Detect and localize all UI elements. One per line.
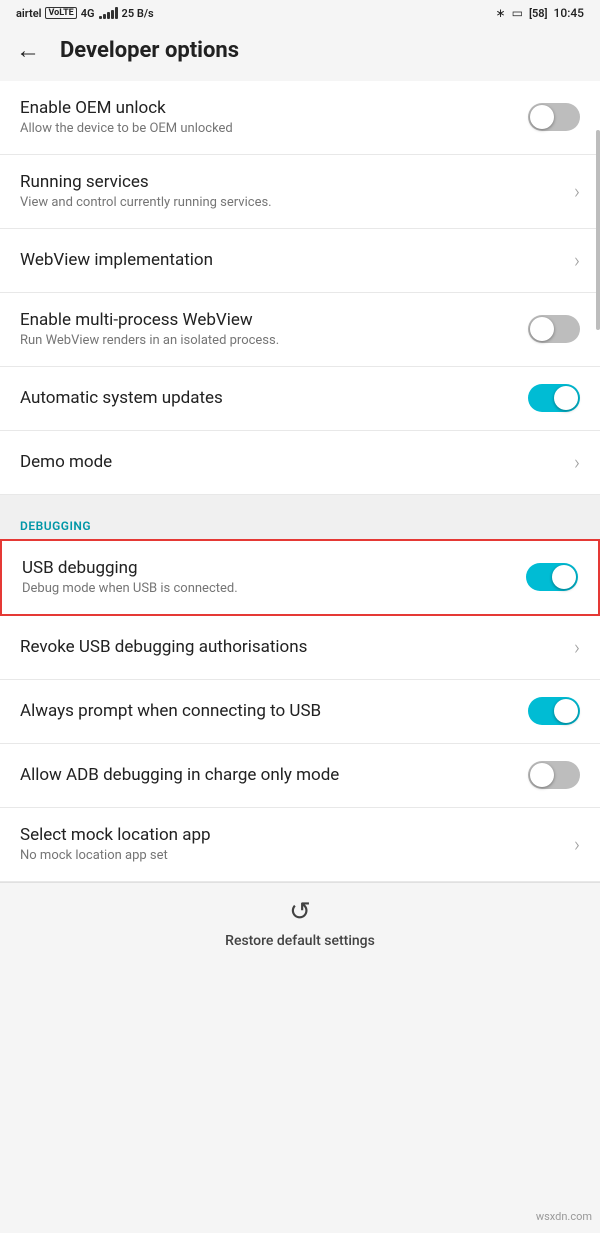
app-bar: ← Developer options (0, 24, 600, 81)
oem-unlock-thumb (530, 105, 554, 129)
setting-running-services-subtitle: View and control currently running servi… (20, 195, 574, 212)
usb-debugging-thumb (552, 565, 576, 589)
setting-oem-unlock-subtitle: Allow the device to be OEM unlocked (20, 121, 528, 138)
volte-badge: VoLTE (45, 7, 76, 19)
setting-item-webview-text: WebView implementation (20, 249, 574, 271)
demo-mode-chevron-icon: › (574, 450, 580, 474)
always-prompt-thumb (554, 699, 578, 723)
section-divider (0, 495, 600, 505)
oem-unlock-toggle[interactable] (528, 103, 580, 131)
setting-item-always-prompt[interactable]: Always prompt when connecting to USB (0, 680, 600, 744)
setting-multiprocess-title: Enable multi-process WebView (20, 309, 528, 331)
restore-icon: ↺ (289, 897, 311, 927)
signal-bar-5 (115, 7, 118, 19)
setting-revoke-title: Revoke USB debugging authorisations (20, 636, 574, 658)
multiprocess-webview-toggle[interactable] (528, 315, 580, 343)
debugging-section-header: DEBUGGING (0, 505, 600, 539)
setting-usb-debug-subtitle: Debug mode when USB is connected. (22, 581, 526, 598)
network-label: 4G (81, 7, 95, 20)
setting-item-running-services[interactable]: Running services View and control curren… (0, 155, 600, 229)
setting-item-auto-updates-text: Automatic system updates (20, 387, 528, 409)
running-services-chevron-icon: › (574, 179, 580, 203)
time-label: 10:45 (554, 6, 584, 20)
setting-adb-charge-title: Allow ADB debugging in charge only mode (20, 764, 528, 786)
setting-webview-title: WebView implementation (20, 249, 574, 271)
usb-debugging-track (526, 563, 578, 591)
setting-item-running-services-text: Running services View and control curren… (20, 171, 574, 212)
general-settings-section: Enable OEM unlock Allow the device to be… (0, 81, 600, 495)
revoke-usb-chevron-icon: › (574, 635, 580, 659)
setting-item-demo-mode[interactable]: Demo mode › (0, 431, 600, 495)
setting-auto-updates-title: Automatic system updates (20, 387, 528, 409)
setting-oem-unlock-title: Enable OEM unlock (20, 97, 528, 119)
setting-item-mock-location-text: Select mock location app No mock locatio… (20, 824, 574, 865)
always-prompt-track (528, 697, 580, 725)
usb-debugging-toggle[interactable] (526, 563, 578, 591)
auto-updates-track (528, 384, 580, 412)
setting-item-revoke-text: Revoke USB debugging authorisations (20, 636, 574, 658)
signal-bar-4 (111, 10, 114, 19)
adb-charge-thumb (530, 763, 554, 787)
setting-mock-location-subtitle: No mock location app set (20, 848, 574, 865)
setting-always-prompt-title: Always prompt when connecting to USB (20, 700, 528, 722)
setting-item-adb-charge-text: Allow ADB debugging in charge only mode (20, 764, 528, 786)
phone-icon: ▭ (512, 6, 523, 20)
signal-bar-2 (103, 14, 106, 19)
debugging-settings-section: USB debugging Debug mode when USB is con… (0, 539, 600, 882)
watermark: wsxdn.com (536, 1210, 592, 1223)
battery-indicator: [58] (529, 7, 548, 20)
status-right: ∗ ▭ [58] 10:45 (496, 6, 584, 20)
page-title: Developer options (60, 38, 239, 63)
setting-item-mock-location[interactable]: Select mock location app No mock locatio… (0, 808, 600, 882)
auto-updates-toggle[interactable] (528, 384, 580, 412)
signal-bar-3 (107, 12, 110, 19)
setting-multiprocess-subtitle: Run WebView renders in an isolated proce… (20, 333, 528, 350)
setting-item-usb-debugging[interactable]: USB debugging Debug mode when USB is con… (0, 539, 600, 616)
setting-item-auto-updates[interactable]: Automatic system updates (0, 367, 600, 431)
setting-mock-location-title: Select mock location app (20, 824, 574, 846)
setting-item-multiprocess-webview[interactable]: Enable multi-process WebView Run WebView… (0, 293, 600, 367)
webview-chevron-icon: › (574, 248, 580, 272)
setting-item-webview[interactable]: WebView implementation › (0, 229, 600, 293)
setting-running-services-title: Running services (20, 171, 574, 193)
setting-item-oem-unlock-text: Enable OEM unlock Allow the device to be… (20, 97, 528, 138)
scrollbar[interactable] (596, 130, 600, 330)
setting-item-multiprocess-text: Enable multi-process WebView Run WebView… (20, 309, 528, 350)
always-prompt-toggle[interactable] (528, 697, 580, 725)
setting-item-oem-unlock[interactable]: Enable OEM unlock Allow the device to be… (0, 81, 600, 155)
signal-bar-1 (99, 16, 102, 19)
oem-unlock-track (528, 103, 580, 131)
setting-usb-debug-title: USB debugging (22, 557, 526, 579)
bluetooth-icon: ∗ (496, 6, 506, 20)
bottom-bar: ↺ Restore default settings (0, 882, 600, 965)
restore-default-button[interactable]: Restore default settings (225, 933, 375, 949)
status-left: airtel VoLTE 4G 25 B/s (16, 7, 154, 20)
setting-demo-title: Demo mode (20, 451, 574, 473)
multiprocess-webview-track (528, 315, 580, 343)
data-speed-label: 25 B/s (122, 7, 154, 20)
multiprocess-webview-thumb (530, 317, 554, 341)
setting-item-adb-charge[interactable]: Allow ADB debugging in charge only mode (0, 744, 600, 808)
mock-location-chevron-icon: › (574, 832, 580, 856)
setting-item-revoke-usb[interactable]: Revoke USB debugging authorisations › (0, 616, 600, 680)
adb-charge-toggle[interactable] (528, 761, 580, 789)
setting-item-always-prompt-text: Always prompt when connecting to USB (20, 700, 528, 722)
auto-updates-thumb (554, 386, 578, 410)
signal-bars-icon (99, 7, 118, 19)
setting-item-demo-text: Demo mode (20, 451, 574, 473)
setting-item-usb-debug-text: USB debugging Debug mode when USB is con… (22, 557, 526, 598)
back-button[interactable]: ← (8, 32, 48, 69)
status-bar: airtel VoLTE 4G 25 B/s ∗ ▭ [58] 10:45 (0, 0, 600, 24)
carrier-label: airtel (16, 7, 41, 20)
adb-charge-track (528, 761, 580, 789)
